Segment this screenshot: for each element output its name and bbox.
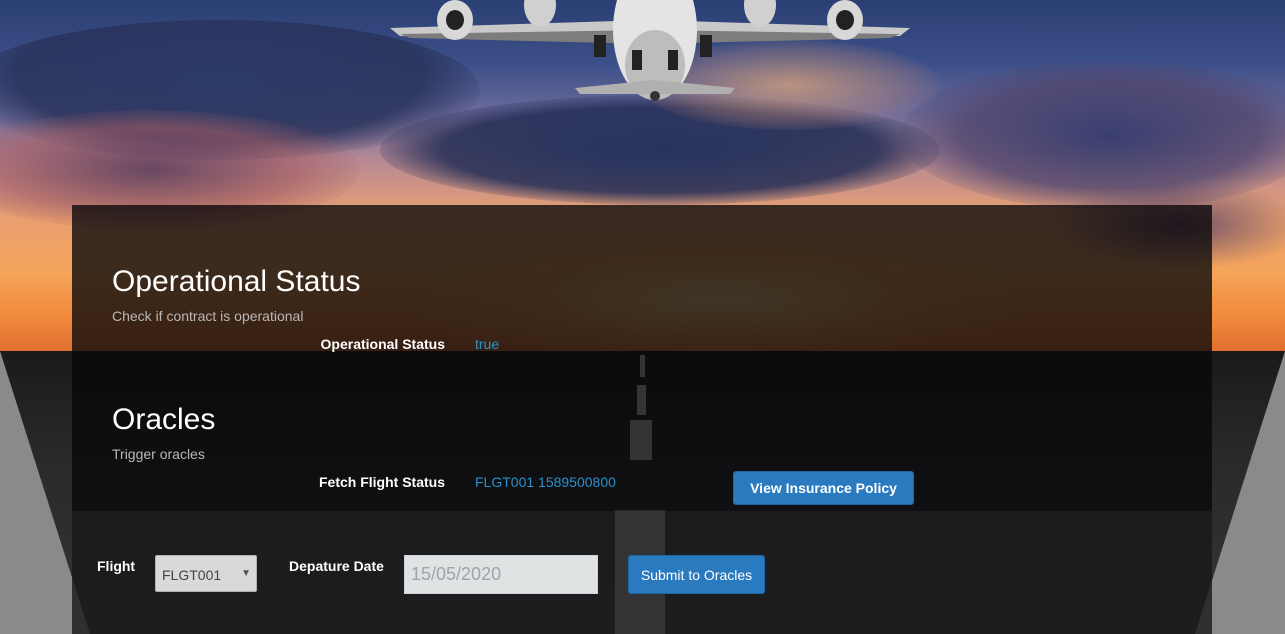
operational-status-title: Operational Status	[112, 265, 361, 298]
oracles-title: Oracles	[112, 403, 216, 436]
departure-date-label: Depature Date	[289, 558, 384, 574]
submit-to-oracles-button[interactable]: Submit to Oracles	[628, 555, 765, 594]
fetch-flight-status-value: FLGT001 1589500800	[475, 474, 616, 490]
oracles-subtitle: Trigger oracles	[112, 446, 205, 462]
flight-select-value: FLGT001	[162, 567, 222, 583]
operational-status-value: true	[475, 336, 500, 352]
chevron-down-icon: ▼	[241, 568, 251, 579]
dashboard-panel: Operational Status Check if contract is …	[72, 205, 1212, 634]
operational-status-label: Operational Status	[320, 336, 445, 352]
departure-date-input[interactable]	[404, 555, 598, 594]
flight-label: Flight	[97, 558, 136, 574]
fetch-flight-status-label: Fetch Flight Status	[319, 474, 445, 490]
airplane-image	[390, 0, 910, 101]
operational-status-subtitle: Check if contract is operational	[112, 308, 304, 324]
view-insurance-policy-button[interactable]: View Insurance Policy	[733, 471, 914, 505]
flight-select[interactable]: FLGT001 ▼	[155, 555, 257, 592]
